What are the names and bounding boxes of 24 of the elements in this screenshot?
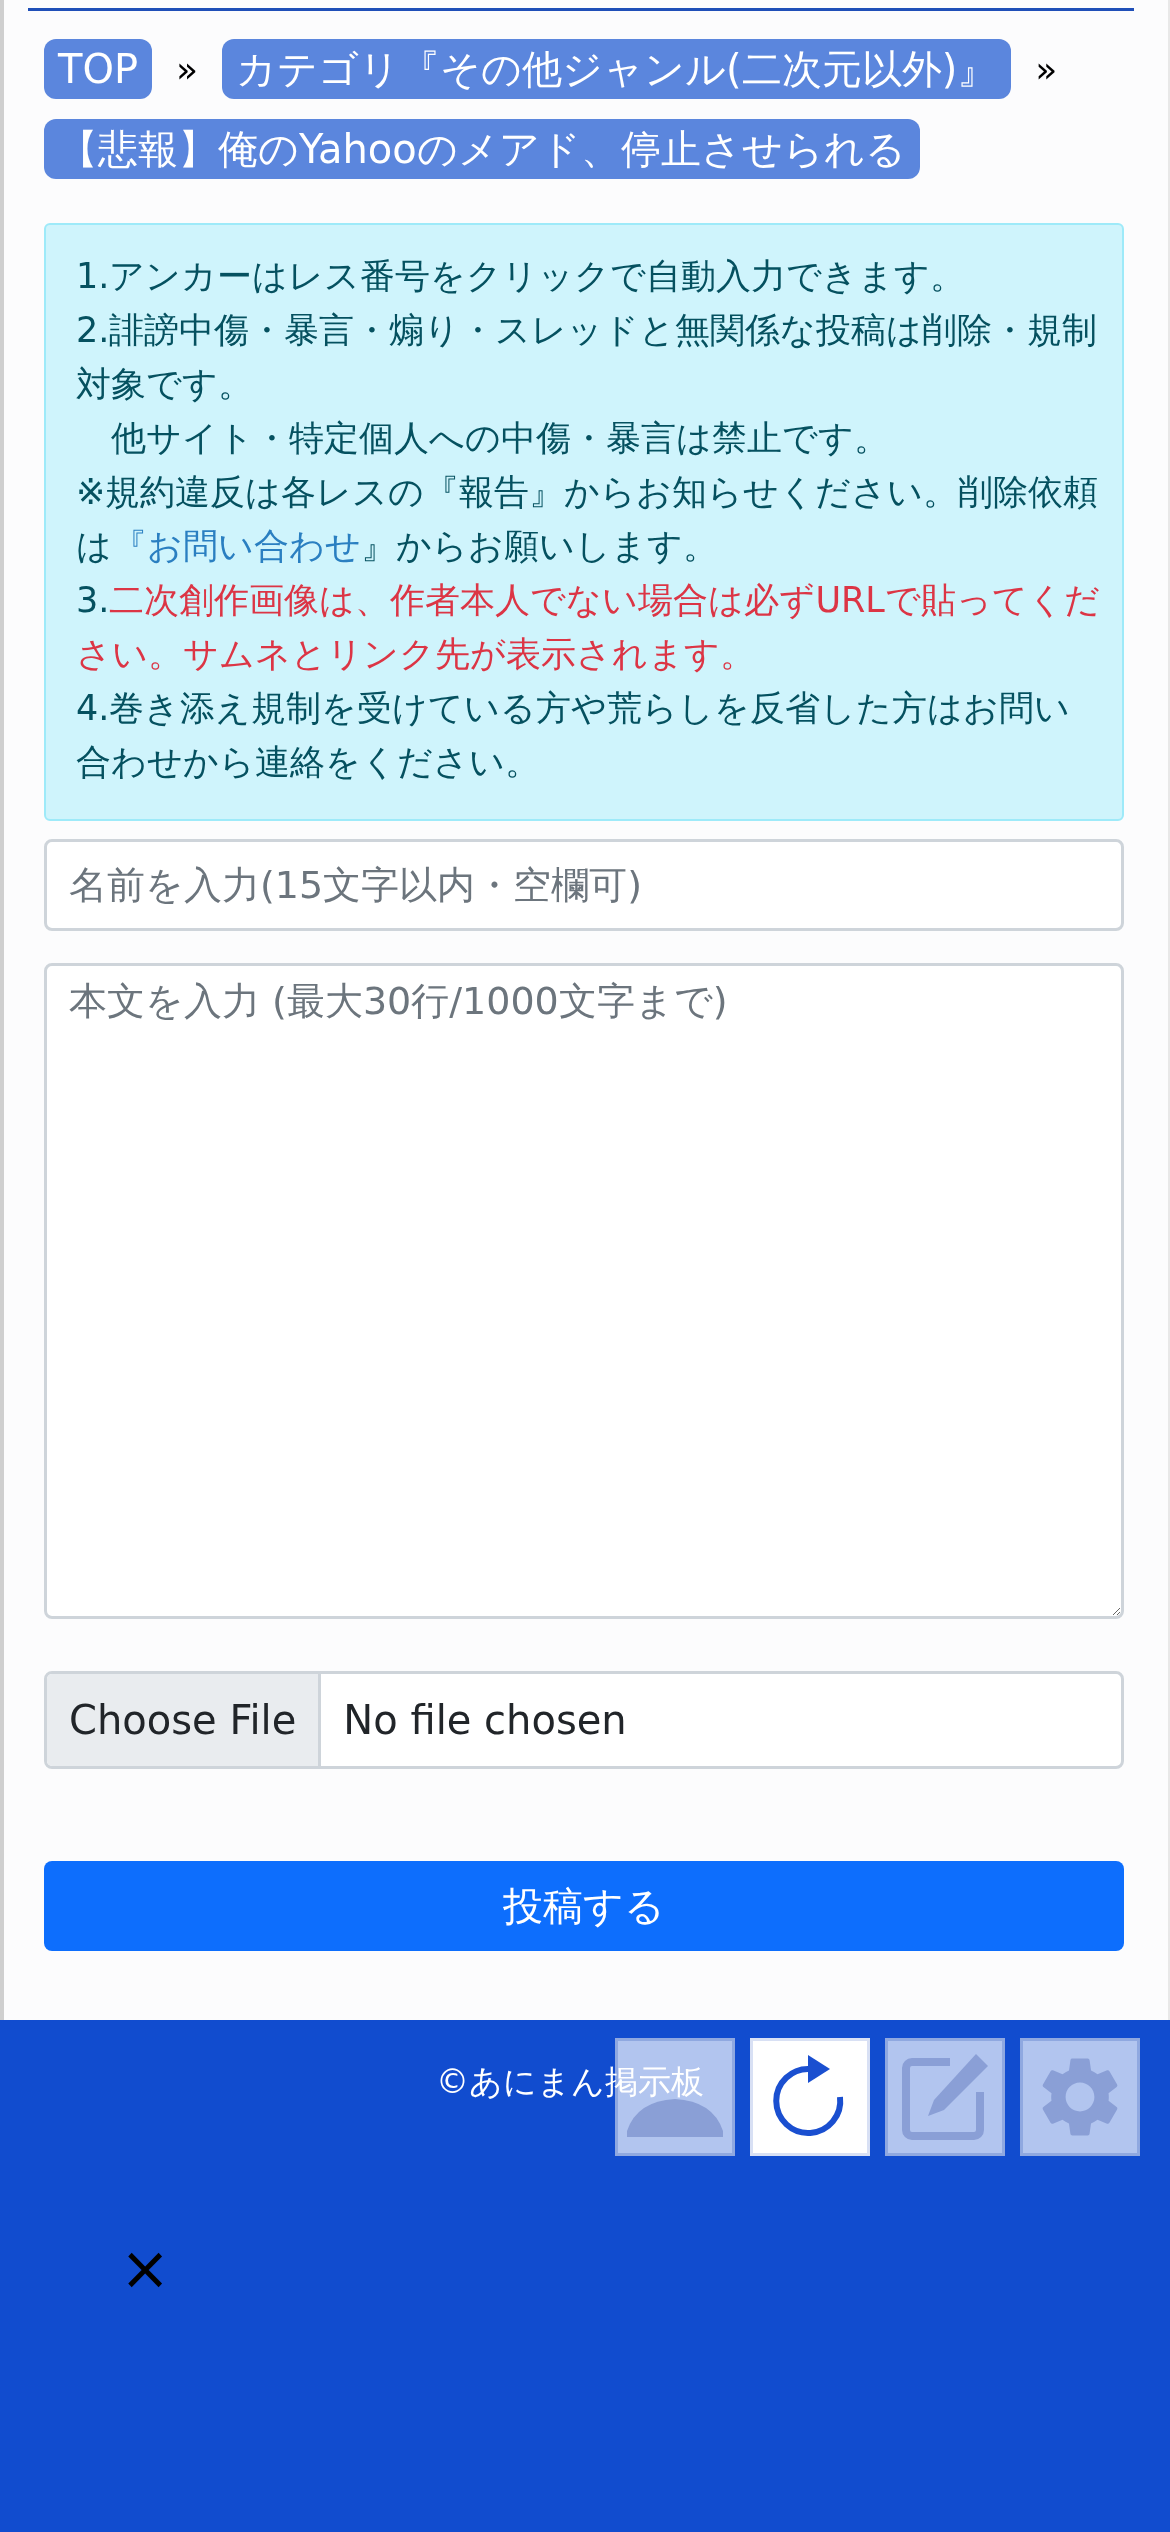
notice-text: 4.巻き添え規制を受けている方や荒らしを反省した方はお問い合わせから連絡をください。 (76, 687, 1072, 784)
breadcrumb-separator: » (176, 48, 199, 90)
notice-text: 他サイト・特定個人への中傷・暴言は禁止です。 (110, 417, 890, 460)
contact-link[interactable]: 『お問い合わせ (112, 526, 361, 566)
breadcrumb-link[interactable]: TOP (44, 39, 153, 99)
breadcrumb-link[interactable]: 【悲報】俺のYahooのメアド、停止させられる (44, 119, 920, 179)
notice-text: ※規約違反は各レスの『報告』からお知らせください。削除依頼は『お問い合わせ』からお願いします。 (76, 471, 1100, 568)
notice-text: 2.誹謗中傷・暴言・煽り・スレッドと無関係な投稿は削除・規制対象です。 (76, 309, 1099, 406)
edit-button[interactable] (885, 2038, 1005, 2156)
reload-button[interactable] (750, 2038, 870, 2156)
edit-icon (900, 2052, 990, 2142)
up-icon (627, 2097, 723, 2137)
choose-file-button[interactable]: Choose File (47, 1674, 322, 1766)
name-field[interactable]: 名前を入力(15文字以内・空欄可) (44, 839, 1124, 931)
body-field[interactable]: 本文を入力 (最大30行/1000文字まで) (44, 963, 1124, 1619)
file-field[interactable]: Choose File No file chosen (44, 1671, 1124, 1769)
settings-button[interactable] (1020, 2038, 1140, 2156)
breadcrumb-link[interactable]: カテゴリ『その他ジャンル(二次元以外)』 (222, 39, 1012, 99)
close-button[interactable]: × (120, 2238, 171, 2298)
file-status: No file chosen (342, 1696, 628, 1745)
notice-text: 1.アンカーはレス番号をクリックで自動入力できます。 (76, 255, 967, 298)
breadcrumb-separator: » (1035, 48, 1058, 90)
submit-button[interactable]: 投稿する (44, 1861, 1124, 1951)
notice-text: 3.二次創作画像は、作者本人でない場合は必ずURLで貼ってください。サムネとリンク先が表示されます。 (76, 579, 1101, 676)
